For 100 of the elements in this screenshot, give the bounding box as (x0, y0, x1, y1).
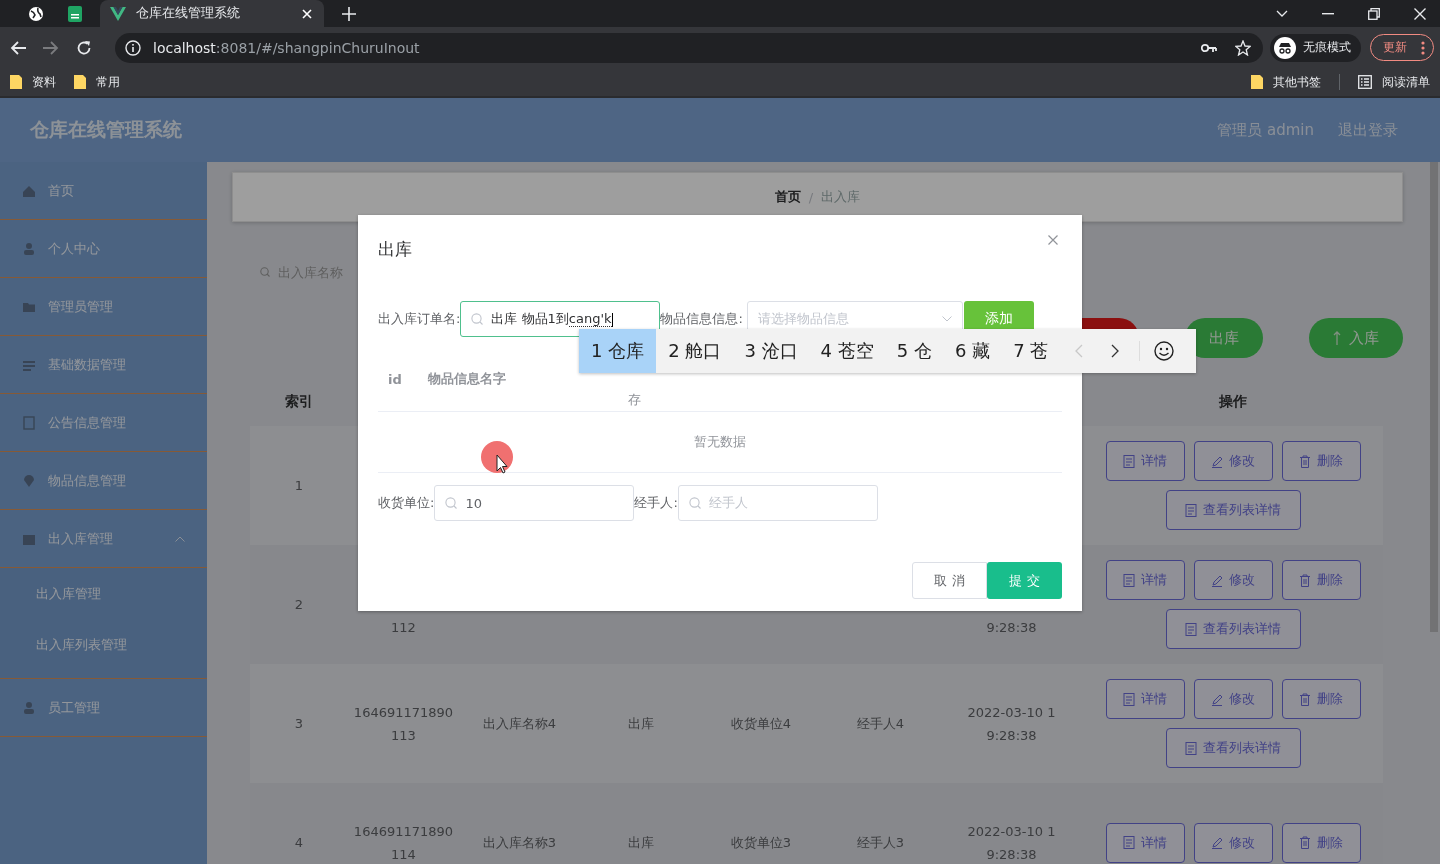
action-button[interactable]: 入库 (1309, 318, 1403, 358)
address-bar[interactable]: localhost:8081/#/shangpinChuruInout (115, 32, 1263, 63)
row-action-button[interactable]: 修改 (1193, 560, 1273, 600)
doc-icon (22, 415, 36, 430)
row-action-button[interactable]: 详情 (1105, 822, 1185, 863)
doc-icon (1123, 692, 1135, 706)
trash-icon (1299, 836, 1311, 849)
table-cell: 2022-03-10 19:28:38 (967, 704, 1056, 743)
plus-icon[interactable] (342, 6, 356, 21)
chevron-down-icon[interactable] (1276, 9, 1288, 18)
table-cell: 164691171890114 (353, 823, 454, 862)
pen-icon (1211, 836, 1223, 849)
doc-icon (1185, 622, 1197, 636)
input-field[interactable]: 10 (434, 485, 635, 521)
cancel-button[interactable]: 取 消 (912, 562, 987, 599)
table-cell: 164691171890113 (353, 704, 454, 743)
breadcrumb-item[interactable]: 出入库 (821, 188, 861, 206)
row-action-button[interactable]: 修改 (1193, 679, 1273, 719)
dialog-title: 出库 (378, 238, 412, 261)
search-icon (260, 267, 270, 277)
trash-icon (1299, 454, 1311, 468)
scrollbar[interactable] (1430, 162, 1438, 632)
bookmark[interactable]: 资料 (10, 73, 56, 91)
folder-icon (74, 75, 86, 89)
doc-icon (1185, 741, 1197, 755)
folder-icon (10, 75, 22, 89)
field-label: 出入库订单名: (378, 310, 461, 328)
trash-icon (1299, 573, 1311, 587)
user-label: 管理员 admin (1217, 120, 1314, 140)
key-icon[interactable] (1201, 42, 1217, 53)
column-header: 物品信息名字 (428, 370, 506, 388)
app-title: 仓库在线管理系统 (30, 117, 182, 142)
row-action-button[interactable]: 查看列表详情 (1165, 490, 1301, 530)
globe-icon (28, 5, 44, 22)
table-cell: 2 (294, 597, 304, 612)
browser-tab[interactable]: 仓库在线管理系统 (100, 0, 324, 27)
table-cell: 收货单位3 (730, 835, 792, 850)
column-header: 索引 (284, 391, 314, 411)
row-action-button[interactable]: 删除 (1281, 560, 1361, 600)
table-cell: 112 (391, 620, 416, 635)
star-icon[interactable] (1235, 39, 1251, 56)
bookmark[interactable]: 阅读清单 (1358, 73, 1430, 91)
doc-icon (1123, 454, 1135, 468)
chevron-right-icon[interactable] (1111, 344, 1120, 358)
ime-candidate[interactable]: 1 仓库 (579, 329, 657, 373)
table-cell: 出入库名称3 (482, 835, 557, 850)
chevron-down-icon (941, 316, 952, 322)
pen-icon (1211, 454, 1223, 468)
field-label: 经手人: (634, 494, 678, 512)
pin-icon (22, 473, 36, 488)
table-cell: 1 (294, 478, 304, 493)
row-action-button[interactable]: 修改 (1193, 441, 1273, 481)
breadcrumb-item[interactable]: 首页 (774, 188, 801, 206)
pen-icon (1211, 692, 1223, 706)
bookmark[interactable]: 其他书签 (1251, 73, 1321, 91)
breadcrumb-separator: / (808, 189, 814, 205)
sidebar-subitem[interactable]: 出入库列表管理 (0, 619, 207, 670)
doc-icon (1123, 836, 1135, 849)
back-arrow-icon[interactable] (10, 40, 26, 55)
person-icon (22, 241, 36, 256)
row-action-button[interactable]: 详情 (1105, 679, 1185, 719)
row-action-button[interactable]: 删除 (1281, 822, 1361, 863)
table-cell: 2022-03-10 19:28:38 (967, 823, 1056, 862)
smiley-icon[interactable] (1139, 341, 1175, 361)
folder-icon (1251, 75, 1263, 89)
reading-list-icon (1358, 75, 1372, 89)
chevron-icon (175, 535, 185, 542)
sheet-icon (68, 5, 82, 22)
profile-button[interactable]: 无痕模式 (1270, 33, 1361, 62)
url-text: localhost:8081/#/shangpinChuruInout (153, 39, 420, 56)
bookmark[interactable]: 常用 (74, 73, 120, 91)
incognito-icon (1274, 36, 1296, 59)
reload-icon[interactable] (76, 39, 92, 56)
table-cell: 收货单位4 (730, 716, 792, 731)
submit-button[interactable]: 提 交 (987, 562, 1062, 599)
minimize-icon[interactable] (1322, 12, 1334, 15)
tab-title: 仓库在线管理系统 (136, 5, 241, 22)
row-action-button[interactable]: 修改 (1193, 822, 1273, 863)
row-action-button[interactable]: 查看列表详情 (1165, 728, 1301, 768)
logout-link[interactable]: 退出登录 (1338, 120, 1398, 140)
row-action-button[interactable]: 详情 (1105, 441, 1185, 481)
row-action-button[interactable]: 删除 (1281, 679, 1361, 719)
home-icon (22, 183, 36, 198)
table-cell: 9:28:38 (986, 620, 1037, 635)
column-header: 存 (628, 391, 641, 409)
row-action-button[interactable]: 详情 (1105, 560, 1185, 600)
doc-icon (1185, 503, 1197, 517)
restore-icon[interactable] (1368, 7, 1380, 20)
field-label: 收货单位: (378, 494, 435, 512)
row-action-button[interactable]: 查看列表详情 (1165, 609, 1301, 649)
row-action-button[interactable]: 删除 (1281, 441, 1361, 481)
pen-icon (1211, 573, 1223, 587)
table-cell: 经手人4 (856, 716, 905, 731)
doc-icon (1123, 573, 1135, 587)
table-cell: 出库 (627, 835, 654, 850)
cursor-highlight-icon (481, 441, 515, 477)
table-cell: 经手人3 (856, 835, 905, 850)
sidebar-subitem[interactable]: 出入库管理 (0, 568, 207, 619)
field-label: 物品信息信息: (660, 310, 743, 328)
input-field[interactable]: 经手人 (677, 485, 878, 521)
